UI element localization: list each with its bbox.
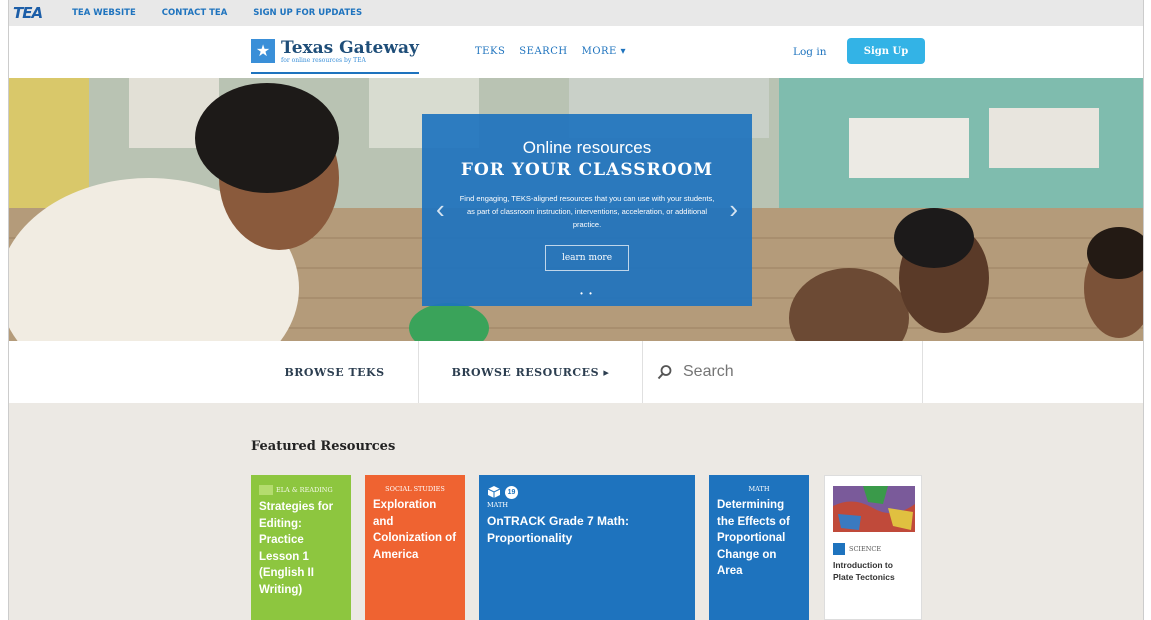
resource-card-ontrack-math[interactable]: 19 MATH OnTRACK Grade 7 Math: Proportion… [479,475,695,620]
signup-updates-link[interactable]: SIGN UP FOR UPDATES [253,8,362,18]
signup-button[interactable]: Sign Up [847,38,925,64]
brand-logo[interactable]: ★ Texas Gateway for online resources by … [251,34,419,74]
main-nav: ★ Texas Gateway for online resources by … [9,26,1143,78]
hero-title-line2: FOR YOUR CLASSROOM [460,160,714,180]
search-input[interactable] [683,363,883,381]
nav-teks[interactable]: TEKS [475,46,505,57]
nav-links: TEKS SEARCH MORE ▾ [475,46,626,57]
card-category: MATH [748,485,770,493]
card-title: Introduction to Plate Tectonics [833,560,895,582]
nav-more[interactable]: MORE ▾ [582,46,626,57]
module-count-badge: 19 [505,485,518,499]
hero-carousel: Online resources FOR YOUR CLASSROOM Find… [9,78,1143,341]
hero-description: Find engaging, TEKS-aligned resources th… [459,194,715,229]
featured-title: Featured Resources [251,439,396,454]
brand-subtitle: for online resources by TEA [281,56,366,64]
search-box [643,341,923,403]
book-icon [833,543,845,555]
card-category: MATH [487,501,508,509]
card-category: SOCIAL STUDIES [385,485,445,493]
carousel-dots[interactable]: • • [422,289,752,298]
browse-bar: BROWSE TEKS BROWSE RESOURCES ▸ [9,341,1143,403]
card-title: Strategies for Editing: Practice Lesson … [259,501,334,596]
plate-tectonics-thumbnail [833,486,915,532]
book-icon [259,485,273,495]
star-icon: ★ [251,39,275,63]
card-title: Determining the Effects of Proportional … [717,499,790,577]
card-category: ELA & READING [276,486,333,494]
card-icons: 19 [487,485,687,499]
contact-tea-link[interactable]: CONTACT TEA [162,8,227,18]
carousel-next-icon[interactable]: › [729,194,738,225]
nav-search[interactable]: SEARCH [519,46,567,57]
brand-title: Texas Gateway [281,37,419,58]
resource-card-math[interactable]: MATH Determining the Effects of Proporti… [709,475,809,620]
carousel-prev-icon[interactable]: ‹ [436,194,445,225]
card-title: Exploration and Colonization of America [373,499,457,561]
card-category-row: ELA & READING [259,485,343,495]
hero-title-line1: Online resources [522,138,652,157]
browse-teks-button[interactable]: BROWSE TEKS [251,341,419,403]
browser-frame: TEA TEA WEBSITE CONTACT TEA SIGN UP FOR … [8,0,1144,620]
card-category: SCIENCE [849,545,882,553]
utility-bar: TEA TEA WEBSITE CONTACT TEA SIGN UP FOR … [9,0,1143,26]
cube-icon [487,486,501,498]
card-category-row: SCIENCE [833,543,913,555]
resource-card-science[interactable]: SCIENCE Introduction to Plate Tectonics [824,475,922,620]
featured-section: Featured Resources ELA & READING Strateg… [9,403,1143,620]
login-link[interactable]: Log in [793,46,826,58]
resource-card-ela[interactable]: ELA & READING Strategies for Editing: Pr… [251,475,351,620]
browse-resources-button[interactable]: BROWSE RESOURCES ▸ [419,341,643,403]
resource-card-social-studies[interactable]: SOCIAL STUDIES Exploration and Colonizat… [365,475,465,620]
search-icon [657,365,672,380]
tea-logo[interactable]: TEA [13,4,43,22]
tea-website-link[interactable]: TEA WEBSITE [72,8,136,18]
hero-panel: Online resources FOR YOUR CLASSROOM Find… [422,114,752,306]
card-title: OnTRACK Grade 7 Math: Proportionality [487,514,630,545]
learn-more-button[interactable]: learn more [544,245,630,271]
